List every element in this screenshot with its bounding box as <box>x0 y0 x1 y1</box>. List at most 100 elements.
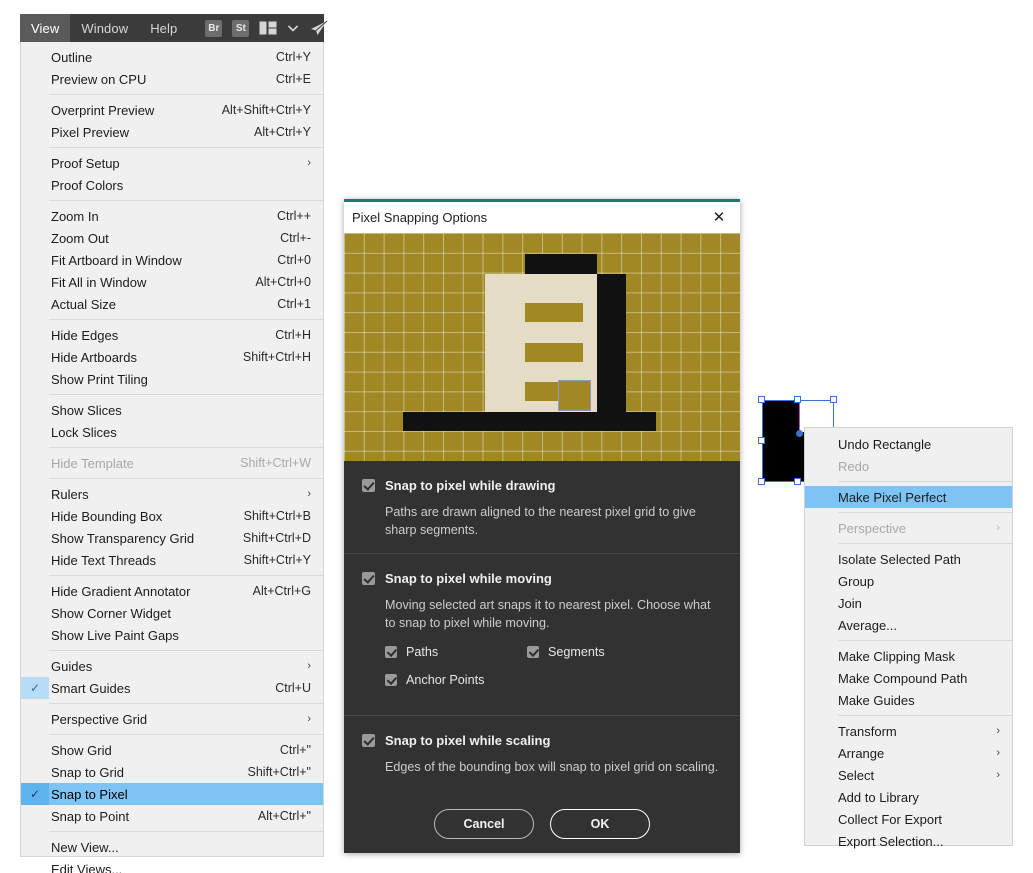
selection-handle[interactable] <box>794 396 801 403</box>
view-menu-item-guides[interactable]: Guides › <box>21 655 323 677</box>
checkbox-row[interactable]: Snap to pixel while drawing <box>362 477 722 494</box>
view-menu-item-fit-all-in-window[interactable]: Fit All in Window Alt+Ctrl+0 <box>21 271 323 293</box>
menu-separator <box>838 715 1012 716</box>
context-menu-item-join[interactable]: Join <box>805 592 1012 614</box>
context-menu-item-average[interactable]: Average... <box>805 614 1012 636</box>
view-menu-item-hide-template: Hide Template Shift+Ctrl+W <box>21 452 323 474</box>
view-menu-item-pixel-preview[interactable]: Pixel Preview Alt+Ctrl+Y <box>21 121 323 143</box>
view-menu-item-show-live-paint-gaps[interactable]: Show Live Paint Gaps <box>21 624 323 646</box>
sub-option-anchor-points[interactable]: Anchor Points <box>385 673 527 687</box>
selection-handle[interactable] <box>758 437 765 444</box>
view-menu-item-show-grid[interactable]: Show Grid Ctrl+" <box>21 739 323 761</box>
context-menu-item-arrange[interactable]: Arrange › <box>805 742 1012 764</box>
menu-item-label: Edit Views... <box>51 861 123 873</box>
sub-option-paths[interactable]: Paths <box>385 645 527 659</box>
context-menu-item-undo-rectangle[interactable]: Undo Rectangle <box>805 433 1012 455</box>
bridge-icon[interactable]: Br <box>205 19 223 37</box>
selection-handle[interactable] <box>794 478 801 485</box>
section-description: Paths are drawn aligned to the nearest p… <box>385 505 696 537</box>
menubar-item-help[interactable]: Help <box>139 14 188 42</box>
view-menu-item-proof-setup[interactable]: Proof Setup › <box>21 152 323 174</box>
checkbox-paths[interactable] <box>385 646 397 658</box>
context-menu-item-export-selection[interactable]: Export Selection... <box>805 830 1012 852</box>
menu-item-label: Lock Slices <box>51 424 117 440</box>
selection-handle[interactable] <box>758 478 765 485</box>
arrange-documents-icon[interactable] <box>259 21 277 35</box>
checkbox-segments[interactable] <box>527 646 539 658</box>
view-menu-item-hide-text-threads[interactable]: Hide Text Threads Shift+Ctrl+Y <box>21 549 323 571</box>
context-menu-item-transform[interactable]: Transform › <box>805 720 1012 742</box>
checkbox-anchor-points[interactable] <box>385 674 397 686</box>
sub-option-segments[interactable]: Segments <box>527 645 669 659</box>
view-menu-item-actual-size[interactable]: Actual Size Ctrl+1 <box>21 293 323 315</box>
view-menu-item-hide-bounding-box[interactable]: Hide Bounding Box Shift+Ctrl+B <box>21 505 323 527</box>
cancel-button[interactable]: Cancel <box>434 809 534 839</box>
checkbox-row[interactable]: Snap to pixel while moving <box>362 570 722 587</box>
menu-separator <box>49 200 323 201</box>
view-menu-item-snap-to-grid[interactable]: Snap to Grid Shift+Ctrl+" <box>21 761 323 783</box>
view-menu-item-proof-colors[interactable]: Proof Colors <box>21 174 323 196</box>
view-menu-item-zoom-in[interactable]: Zoom In Ctrl++ <box>21 205 323 227</box>
checkbox-label: Snap to pixel while scaling <box>385 733 551 748</box>
view-menu-item-fit-artboard-in-window[interactable]: Fit Artboard in Window Ctrl+0 <box>21 249 323 271</box>
view-menu-item-lock-slices[interactable]: Lock Slices <box>21 421 323 443</box>
view-menu-item-hide-artboards[interactable]: Hide Artboards Shift+Ctrl+H <box>21 346 323 368</box>
menubar-item-view[interactable]: View <box>20 14 71 42</box>
anchor-point[interactable] <box>796 430 803 437</box>
view-menu-item-rulers[interactable]: Rulers › <box>21 483 323 505</box>
check-column <box>21 399 49 421</box>
view-menu-item-new-view[interactable]: New View... <box>21 836 323 858</box>
view-menu-item-perspective-grid[interactable]: Perspective Grid › <box>21 708 323 730</box>
view-menu-item-snap-to-pixel[interactable]: ✓ Snap to Pixel <box>21 783 323 805</box>
checkbox-snap-to-pixel-while-drawing[interactable] <box>362 479 375 492</box>
pixel-snapping-options-dialog: Pixel Snapping Options ✕ Snap to pixel w… <box>344 199 740 853</box>
checkbox-row[interactable]: Snap to pixel while scaling <box>362 732 722 749</box>
view-menu-item-hide-edges[interactable]: Hide Edges Ctrl+H <box>21 324 323 346</box>
checkbox-snap-to-pixel-while-scaling[interactable] <box>362 734 375 747</box>
view-menu-item-edit-views[interactable]: Edit Views... <box>21 858 323 873</box>
menu-item-label: Snap to Point <box>51 808 130 824</box>
sub-option-row: Paths Segments <box>385 645 722 659</box>
menu-separator <box>49 394 323 395</box>
view-menu-item-overprint-preview[interactable]: Overprint Preview Alt+Shift+Ctrl+Y <box>21 99 323 121</box>
view-menu-item-show-transparency-grid[interactable]: Show Transparency Grid Shift+Ctrl+D <box>21 527 323 549</box>
close-icon[interactable]: ✕ <box>708 207 730 229</box>
context-menu-item-make-guides[interactable]: Make Guides <box>805 689 1012 711</box>
selection-handle[interactable] <box>830 396 837 403</box>
context-menu-item-make-compound-path[interactable]: Make Compound Path <box>805 667 1012 689</box>
selection-handle[interactable] <box>758 396 765 403</box>
menubar-item-window[interactable]: Window <box>70 14 139 42</box>
menu-item-label: Overprint Preview <box>51 102 155 118</box>
context-menu-item-group[interactable]: Group <box>805 570 1012 592</box>
menu-item-label: Transform <box>838 723 897 739</box>
view-menu-item-preview-on-cpu[interactable]: Preview on CPU Ctrl+E <box>21 68 323 90</box>
view-menu-item-hide-gradient-annotator[interactable]: Hide Gradient Annotator Alt+Ctrl+G <box>21 580 323 602</box>
menu-item-label: Export Selection... <box>838 833 944 849</box>
context-menu-item-make-clipping-mask[interactable]: Make Clipping Mask <box>805 645 1012 667</box>
view-menu-item-show-print-tiling[interactable]: Show Print Tiling <box>21 368 323 390</box>
context-menu-item-make-pixel-perfect[interactable]: Make Pixel Perfect <box>805 486 1012 508</box>
stock-icon[interactable]: St <box>232 19 250 37</box>
context-menu-item-select[interactable]: Select › <box>805 764 1012 786</box>
view-menu-item-zoom-out[interactable]: Zoom Out Ctrl+- <box>21 227 323 249</box>
menu-item-label: Preview on CPU <box>51 71 147 87</box>
context-menu-item-add-to-library[interactable]: Add to Library <box>805 786 1012 808</box>
checkbox-label: Snap to pixel while moving <box>385 571 552 586</box>
view-menu-item-snap-to-point[interactable]: Snap to Point Alt+Ctrl+" <box>21 805 323 827</box>
view-menu-item-show-slices[interactable]: Show Slices <box>21 399 323 421</box>
menu-item-shortcut: Alt+Ctrl+G <box>252 584 311 598</box>
menu-item-label: Snap to Pixel <box>51 786 128 802</box>
context-menu-item-isolate-selected-path[interactable]: Isolate Selected Path <box>805 548 1012 570</box>
checkbox-snap-to-pixel-while-moving[interactable] <box>362 572 375 585</box>
menu-item-label: Zoom Out <box>51 230 109 246</box>
view-menu-item-show-corner-widget[interactable]: Show Corner Widget <box>21 602 323 624</box>
view-menu-item-outline[interactable]: Outline Ctrl+Y <box>21 46 323 68</box>
chevron-down-icon[interactable] <box>287 23 299 33</box>
share-rocket-icon[interactable] <box>309 20 329 36</box>
menu-item-shortcut: Alt+Shift+Ctrl+Y <box>221 103 311 117</box>
view-menu-item-smart-guides[interactable]: ✓ Smart Guides Ctrl+U <box>21 677 323 699</box>
context-menu-item-collect-for-export[interactable]: Collect For Export <box>805 808 1012 830</box>
dialog-title: Pixel Snapping Options <box>352 210 488 225</box>
menu-item-shortcut: Ctrl+U <box>275 681 311 695</box>
ok-button[interactable]: OK <box>550 809 650 839</box>
